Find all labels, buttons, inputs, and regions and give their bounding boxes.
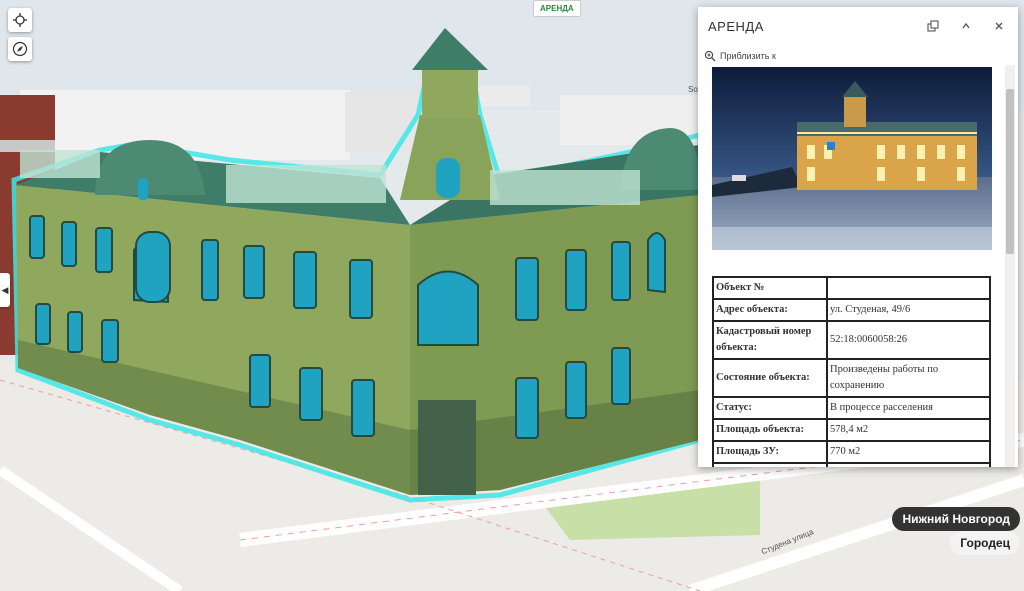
sidebar-toggle[interactable]: ◀ — [0, 273, 10, 307]
feature-popup: АРЕНДА Приблизить к Объект № Адрес объек… — [698, 7, 1018, 467]
city-label-nizhny-novgorod[interactable]: Нижний Новгород — [892, 507, 1020, 531]
attribute-key: Состояние объекта: — [712, 358, 828, 398]
attribute-key: Этажность: — [712, 462, 828, 467]
popup-header: АРЕНДА — [698, 7, 1018, 45]
attribute-row: Объект № — [712, 276, 991, 300]
attribute-row: Статус: В процессе расселения — [712, 396, 991, 420]
zoom-to-action[interactable]: Приблизить к — [704, 49, 776, 63]
popup-title: АРЕНДА — [708, 19, 764, 34]
compass-button[interactable] — [8, 37, 32, 61]
popup-scrollbar[interactable] — [1005, 65, 1015, 467]
attribute-row: Кадастровый номер объекта: 52:18:0060058:… — [712, 320, 991, 360]
popup-content[interactable]: Объект № Адрес объекта: ул. Студеная, 49/6… — [698, 65, 1018, 467]
collapse-button[interactable] — [957, 17, 975, 35]
chevron-up-icon — [962, 22, 970, 29]
attribute-value: 2 — [826, 462, 991, 467]
attribute-row: Площадь объекта: 578,4 м2 — [712, 418, 991, 442]
layer-tag-label[interactable]: АРЕНДА — [533, 0, 581, 17]
attribute-value: ул. Студеная, 49/6 — [826, 298, 991, 322]
attributes-table: Объект № Адрес объекта: ул. Студеная, 49/6… — [712, 276, 991, 467]
scrollbar-thumb[interactable] — [1006, 89, 1014, 254]
attribute-value: 770 м2 — [826, 440, 991, 464]
map-label: So — [688, 85, 698, 94]
zoom-to-label: Приблизить к — [720, 51, 776, 61]
attribute-key: Объект № — [712, 276, 828, 300]
attribute-value: Произведены работы по сохранению — [826, 358, 991, 398]
dock-button[interactable] — [924, 17, 942, 35]
attribute-value: 578,4 м2 — [826, 418, 991, 442]
attribute-key: Площадь ЗУ: — [712, 440, 828, 464]
zoom-in-icon — [704, 50, 716, 62]
attribute-key: Статус: — [712, 396, 828, 420]
attribute-row: Площадь ЗУ: 770 м2 — [712, 440, 991, 464]
locate-button[interactable] — [8, 8, 32, 32]
attribute-key: Площадь объекта: — [712, 418, 828, 442]
attribute-value: В процессе расселения — [826, 396, 991, 420]
attribute-key: Адрес объекта: — [712, 298, 828, 322]
building-photo — [712, 67, 992, 250]
attribute-row: Адрес объекта: ул. Студеная, 49/6 — [712, 298, 991, 322]
attribute-value: 52:18:0060058:26 — [826, 320, 991, 360]
city-label-gorodets[interactable]: Городец — [950, 531, 1020, 555]
close-icon — [995, 22, 1003, 30]
chevron-left-icon: ◀ — [1, 284, 9, 295]
attribute-row: Этажность:2 — [712, 462, 991, 467]
attribute-key: Кадастровый номер объекта: — [712, 320, 828, 360]
attribute-row: Состояние объекта: Произведены работы по … — [712, 358, 991, 398]
attribute-value — [826, 276, 991, 300]
close-button[interactable] — [990, 17, 1008, 35]
crosshair-icon — [13, 13, 27, 27]
dock-icon — [927, 20, 939, 32]
compass-icon — [12, 41, 28, 57]
